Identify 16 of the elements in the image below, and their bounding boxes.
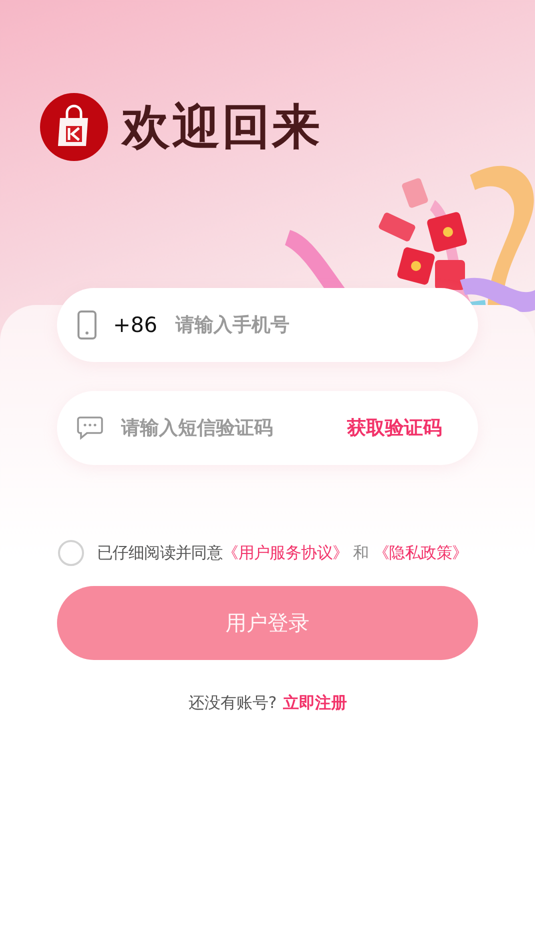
phone-input[interactable]: 请输入手机号 xyxy=(173,313,458,337)
agreement-checkbox[interactable] xyxy=(58,540,84,566)
register-prompt: 还没有账号? xyxy=(188,693,277,714)
register-link[interactable]: 立即注册 xyxy=(282,693,347,714)
sms-code-field[interactable]: 请输入短信验证码 获取验证码 xyxy=(57,391,478,465)
message-icon xyxy=(77,416,103,440)
welcome-title: 欢迎回来 xyxy=(122,98,322,157)
sms-code-input[interactable]: 请输入短信验证码 xyxy=(119,416,331,440)
phone-icon xyxy=(77,310,97,340)
logo-icon xyxy=(40,93,108,161)
country-code: +86 xyxy=(113,313,158,337)
agreement-text: 已仔细阅读并同意《用户服务协议》 和 《隐私政策》 xyxy=(97,542,468,564)
agreement-link[interactable]: 《隐私政策》 xyxy=(374,542,468,562)
get-code-button[interactable]: 获取验证码 xyxy=(347,415,458,441)
agreement-link[interactable]: 《用户服务协议》 xyxy=(222,542,348,562)
phone-field[interactable]: +86 请输入手机号 xyxy=(57,288,478,362)
